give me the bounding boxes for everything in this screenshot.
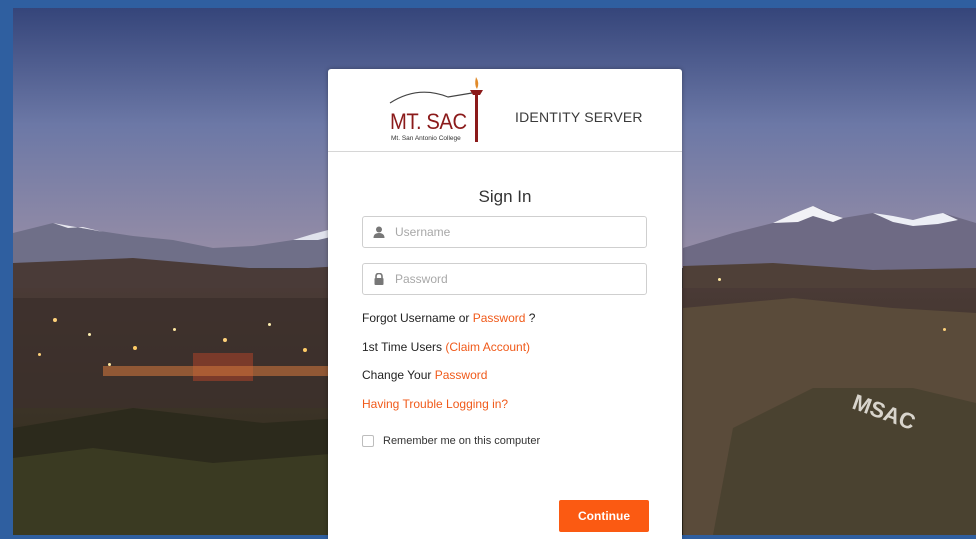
- forgot-prefix: Forgot Username or: [362, 311, 470, 325]
- change-password-link[interactable]: Password: [435, 368, 488, 382]
- sign-in-title: Sign In: [478, 187, 532, 206]
- card-header: MT. SAC Mt. San Antonio College IDENTITY…: [328, 69, 682, 152]
- city-light: [303, 348, 307, 352]
- continue-button[interactable]: Continue: [559, 500, 649, 532]
- user-icon: [373, 226, 385, 238]
- city-light: [223, 338, 227, 342]
- city-light: [943, 328, 946, 331]
- remember-me-label: Remember me on this computer: [383, 435, 541, 447]
- password-input[interactable]: [395, 264, 635, 294]
- logo-subtitle: Mt. San Antonio College: [391, 135, 461, 142]
- change-password-line: Change Your Password: [362, 368, 487, 382]
- username-field[interactable]: [362, 216, 647, 248]
- remember-me-checkbox[interactable]: [362, 435, 374, 447]
- claim-account-link[interactable]: (Claim Account): [445, 340, 530, 354]
- remember-me-row[interactable]: Remember me on this computer: [362, 435, 540, 447]
- trouble-line: Having Trouble Logging in?: [362, 397, 508, 411]
- mtsac-logo: MT. SAC Mt. San Antonio College: [388, 73, 488, 147]
- city-light: [133, 346, 137, 350]
- city-light: [268, 323, 271, 326]
- username-input[interactable]: [395, 217, 635, 247]
- trouble-logging-in-link[interactable]: Having Trouble Logging in?: [362, 397, 508, 411]
- city-light: [173, 328, 176, 331]
- first-time-prefix: 1st Time Users: [362, 340, 443, 354]
- product-title: IDENTITY SERVER: [515, 109, 643, 125]
- first-time-line: 1st Time Users (Claim Account): [362, 340, 530, 354]
- sign-in-card: MT. SAC Mt. San Antonio College IDENTITY…: [328, 69, 682, 539]
- password-field[interactable]: [362, 263, 647, 295]
- lock-icon: [374, 273, 384, 285]
- logo-wordmark: MT. SAC: [390, 109, 467, 134]
- forgot-suffix: ?: [528, 311, 536, 325]
- city-light: [108, 363, 111, 366]
- forgot-password-link[interactable]: Password: [473, 311, 526, 325]
- city-light: [718, 278, 721, 281]
- forgot-line: Forgot Username or Password ?: [362, 311, 535, 325]
- city-light: [53, 318, 57, 322]
- city-light: [88, 333, 91, 336]
- city-light: [38, 353, 41, 356]
- change-prefix: Change Your: [362, 368, 432, 382]
